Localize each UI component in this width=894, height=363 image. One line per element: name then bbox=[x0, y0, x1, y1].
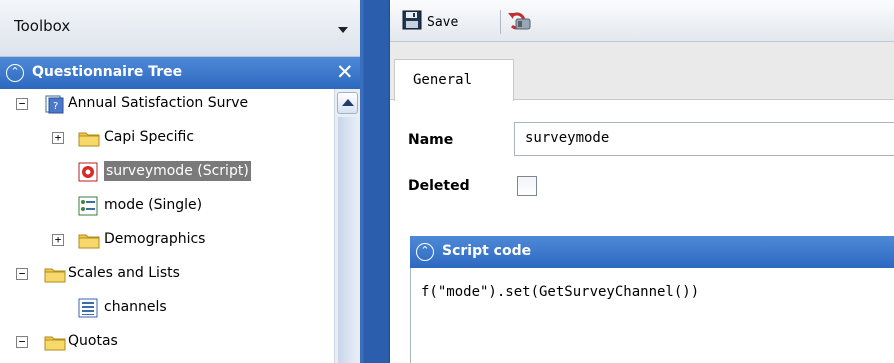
expand-toggle-icon[interactable]: + bbox=[52, 132, 64, 144]
tree-item-label: Capi Specific bbox=[104, 129, 195, 145]
tree-item-channels[interactable]: channels bbox=[0, 293, 334, 323]
name-field[interactable]: surveymode bbox=[514, 122, 894, 156]
tree-item-capi-specific[interactable]: + Capi Specific bbox=[0, 123, 334, 153]
toolbar-separator bbox=[500, 10, 501, 34]
deleted-checkbox[interactable] bbox=[517, 176, 537, 196]
save-button[interactable]: Save bbox=[402, 10, 458, 34]
tree-item-label: Demographics bbox=[104, 231, 206, 247]
pane-splitter[interactable] bbox=[360, 0, 390, 363]
script-code-title: Script code bbox=[442, 243, 532, 259]
name-label: Name bbox=[408, 132, 454, 148]
tree-item-quotas[interactable]: − Quotas bbox=[0, 327, 334, 357]
tree-item-surveymode-script[interactable]: surveymode (Script) bbox=[0, 157, 334, 187]
right-pane: Save General Name surveymode Deleted ⌃ S… bbox=[390, 0, 894, 363]
collapse-toggle-icon[interactable]: − bbox=[16, 268, 28, 280]
floppy-disk-icon bbox=[402, 10, 422, 34]
list-icon bbox=[78, 298, 98, 318]
folder-icon bbox=[44, 264, 66, 284]
questionnaire-tree-title: Questionnaire Tree bbox=[32, 64, 183, 80]
tree-item-mode-single[interactable]: mode (Single) bbox=[0, 191, 334, 221]
questionnaire-tree-header: ⌃ Questionnaire Tree ✕ bbox=[0, 57, 360, 89]
survey-icon: ? bbox=[44, 94, 64, 114]
tree-item-label: Scales and Lists bbox=[68, 265, 180, 281]
close-icon[interactable]: ✕ bbox=[336, 60, 354, 84]
tab-strip: General bbox=[390, 42, 894, 101]
folder-icon bbox=[44, 332, 66, 352]
folder-icon bbox=[78, 230, 100, 250]
toolbox-bar[interactable]: Toolbox bbox=[0, 0, 360, 57]
left-pane: Toolbox ⌃ Questionnaire Tree ✕ − ? Annua… bbox=[0, 0, 360, 363]
script-icon bbox=[78, 162, 98, 182]
tree-item-annual-satisfaction-survey[interactable]: − ? Annual Satisfaction Surve bbox=[0, 89, 334, 119]
collapse-icon[interactable]: ⌃ bbox=[416, 243, 434, 261]
scrollbar-track[interactable] bbox=[338, 117, 357, 363]
collapse-icon[interactable]: ⌃ bbox=[6, 64, 24, 82]
revert-icon bbox=[508, 12, 531, 30]
tree-item-scales-and-lists[interactable]: − Scales and Lists bbox=[0, 259, 334, 289]
tab-label: General bbox=[413, 72, 473, 88]
tree-item-label: Quotas bbox=[68, 333, 118, 349]
expand-toggle-icon[interactable]: + bbox=[52, 234, 64, 246]
collapse-toggle-icon[interactable]: − bbox=[16, 336, 28, 348]
save-label: Save bbox=[427, 14, 459, 30]
tree-item-label: channels bbox=[104, 299, 167, 315]
deleted-label: Deleted bbox=[408, 178, 470, 194]
toolbox-dropdown-icon[interactable] bbox=[338, 27, 348, 33]
script-code-header: ⌃ Script code bbox=[410, 236, 894, 268]
questionnaire-tree: − ? Annual Satisfaction Surve + Capi Spe… bbox=[0, 89, 334, 363]
tree-item-label: mode (Single) bbox=[104, 197, 203, 213]
tree-item-label: surveymode (Script) bbox=[104, 161, 251, 181]
revert-button[interactable] bbox=[506, 10, 532, 34]
tree-item-demographics[interactable]: + Demographics bbox=[0, 225, 334, 255]
folder-icon bbox=[78, 128, 100, 148]
collapse-toggle-icon[interactable]: − bbox=[16, 98, 28, 110]
tree-scrollbar[interactable] bbox=[334, 89, 360, 363]
tree-item-label: Annual Satisfaction Surve bbox=[68, 95, 249, 111]
toolbox-title: Toolbox bbox=[14, 17, 71, 35]
script-code-editor[interactable]: f("mode").set(GetSurveyChannel()) bbox=[410, 268, 894, 363]
scroll-up-arrow-icon[interactable] bbox=[337, 92, 358, 114]
single-question-icon bbox=[78, 196, 98, 216]
svg-text:?: ? bbox=[53, 101, 58, 112]
toolbar: Save bbox=[390, 0, 894, 42]
tab-general[interactable]: General bbox=[394, 59, 514, 101]
